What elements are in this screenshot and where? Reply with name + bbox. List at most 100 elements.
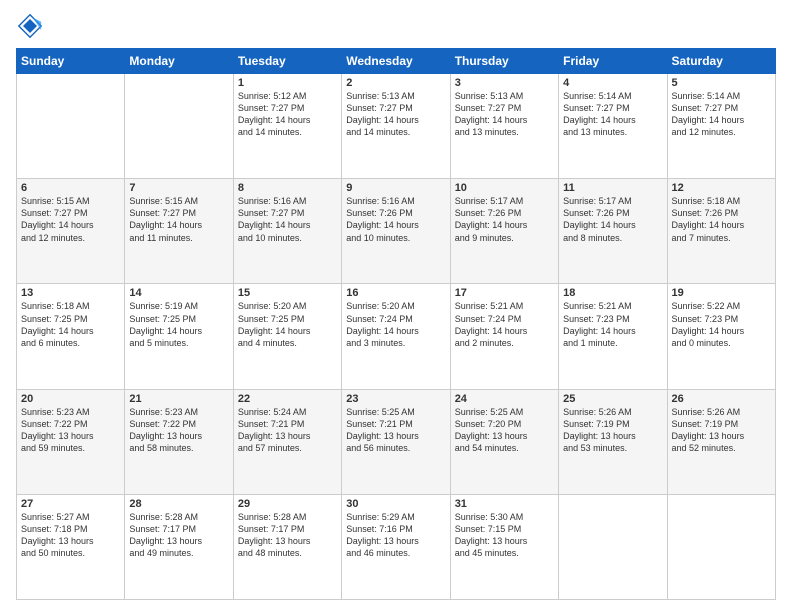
col-header-saturday: Saturday (667, 49, 775, 74)
day-number: 16 (346, 287, 445, 299)
day-cell: 27Sunrise: 5:27 AM Sunset: 7:18 PM Dayli… (17, 494, 125, 599)
col-header-wednesday: Wednesday (342, 49, 450, 74)
day-number: 13 (21, 287, 120, 299)
col-header-friday: Friday (559, 49, 667, 74)
day-cell: 18Sunrise: 5:21 AM Sunset: 7:23 PM Dayli… (559, 284, 667, 389)
day-number: 17 (455, 287, 554, 299)
day-cell: 15Sunrise: 5:20 AM Sunset: 7:25 PM Dayli… (233, 284, 341, 389)
day-cell: 10Sunrise: 5:17 AM Sunset: 7:26 PM Dayli… (450, 179, 558, 284)
day-info: Sunrise: 5:21 AM Sunset: 7:23 PM Dayligh… (563, 300, 662, 349)
day-cell: 22Sunrise: 5:24 AM Sunset: 7:21 PM Dayli… (233, 389, 341, 494)
logo-icon (16, 12, 44, 40)
day-number: 5 (672, 77, 771, 89)
day-info: Sunrise: 5:22 AM Sunset: 7:23 PM Dayligh… (672, 300, 771, 349)
day-number: 11 (563, 182, 662, 194)
day-number: 29 (238, 498, 337, 510)
day-cell: 16Sunrise: 5:20 AM Sunset: 7:24 PM Dayli… (342, 284, 450, 389)
day-number: 20 (21, 393, 120, 405)
day-info: Sunrise: 5:14 AM Sunset: 7:27 PM Dayligh… (672, 90, 771, 139)
day-info: Sunrise: 5:30 AM Sunset: 7:15 PM Dayligh… (455, 511, 554, 560)
day-number: 31 (455, 498, 554, 510)
week-row-1: 1Sunrise: 5:12 AM Sunset: 7:27 PM Daylig… (17, 74, 776, 179)
day-cell (667, 494, 775, 599)
day-number: 15 (238, 287, 337, 299)
day-cell: 20Sunrise: 5:23 AM Sunset: 7:22 PM Dayli… (17, 389, 125, 494)
day-number: 24 (455, 393, 554, 405)
day-info: Sunrise: 5:15 AM Sunset: 7:27 PM Dayligh… (21, 195, 120, 244)
day-cell: 24Sunrise: 5:25 AM Sunset: 7:20 PM Dayli… (450, 389, 558, 494)
day-info: Sunrise: 5:14 AM Sunset: 7:27 PM Dayligh… (563, 90, 662, 139)
day-info: Sunrise: 5:15 AM Sunset: 7:27 PM Dayligh… (129, 195, 228, 244)
day-info: Sunrise: 5:26 AM Sunset: 7:19 PM Dayligh… (563, 406, 662, 455)
day-info: Sunrise: 5:28 AM Sunset: 7:17 PM Dayligh… (129, 511, 228, 560)
day-cell: 17Sunrise: 5:21 AM Sunset: 7:24 PM Dayli… (450, 284, 558, 389)
day-info: Sunrise: 5:19 AM Sunset: 7:25 PM Dayligh… (129, 300, 228, 349)
day-cell: 19Sunrise: 5:22 AM Sunset: 7:23 PM Dayli… (667, 284, 775, 389)
day-info: Sunrise: 5:21 AM Sunset: 7:24 PM Dayligh… (455, 300, 554, 349)
day-info: Sunrise: 5:12 AM Sunset: 7:27 PM Dayligh… (238, 90, 337, 139)
day-info: Sunrise: 5:26 AM Sunset: 7:19 PM Dayligh… (672, 406, 771, 455)
day-cell: 14Sunrise: 5:19 AM Sunset: 7:25 PM Dayli… (125, 284, 233, 389)
day-cell: 11Sunrise: 5:17 AM Sunset: 7:26 PM Dayli… (559, 179, 667, 284)
day-number: 4 (563, 77, 662, 89)
day-info: Sunrise: 5:20 AM Sunset: 7:25 PM Dayligh… (238, 300, 337, 349)
col-header-monday: Monday (125, 49, 233, 74)
day-cell (17, 74, 125, 179)
day-cell: 30Sunrise: 5:29 AM Sunset: 7:16 PM Dayli… (342, 494, 450, 599)
day-info: Sunrise: 5:25 AM Sunset: 7:21 PM Dayligh… (346, 406, 445, 455)
day-cell (559, 494, 667, 599)
day-info: Sunrise: 5:18 AM Sunset: 7:26 PM Dayligh… (672, 195, 771, 244)
day-number: 26 (672, 393, 771, 405)
day-number: 18 (563, 287, 662, 299)
day-cell: 26Sunrise: 5:26 AM Sunset: 7:19 PM Dayli… (667, 389, 775, 494)
week-row-5: 27Sunrise: 5:27 AM Sunset: 7:18 PM Dayli… (17, 494, 776, 599)
day-cell: 5Sunrise: 5:14 AM Sunset: 7:27 PM Daylig… (667, 74, 775, 179)
week-row-4: 20Sunrise: 5:23 AM Sunset: 7:22 PM Dayli… (17, 389, 776, 494)
day-cell: 2Sunrise: 5:13 AM Sunset: 7:27 PM Daylig… (342, 74, 450, 179)
day-cell: 12Sunrise: 5:18 AM Sunset: 7:26 PM Dayli… (667, 179, 775, 284)
day-info: Sunrise: 5:23 AM Sunset: 7:22 PM Dayligh… (21, 406, 120, 455)
day-number: 23 (346, 393, 445, 405)
day-cell: 28Sunrise: 5:28 AM Sunset: 7:17 PM Dayli… (125, 494, 233, 599)
week-row-2: 6Sunrise: 5:15 AM Sunset: 7:27 PM Daylig… (17, 179, 776, 284)
day-cell: 3Sunrise: 5:13 AM Sunset: 7:27 PM Daylig… (450, 74, 558, 179)
day-info: Sunrise: 5:24 AM Sunset: 7:21 PM Dayligh… (238, 406, 337, 455)
day-number: 30 (346, 498, 445, 510)
day-number: 7 (129, 182, 228, 194)
day-number: 8 (238, 182, 337, 194)
logo (16, 12, 48, 40)
calendar-table: SundayMondayTuesdayWednesdayThursdayFrid… (16, 48, 776, 600)
week-row-3: 13Sunrise: 5:18 AM Sunset: 7:25 PM Dayli… (17, 284, 776, 389)
day-info: Sunrise: 5:27 AM Sunset: 7:18 PM Dayligh… (21, 511, 120, 560)
day-number: 21 (129, 393, 228, 405)
day-number: 25 (563, 393, 662, 405)
day-cell: 9Sunrise: 5:16 AM Sunset: 7:26 PM Daylig… (342, 179, 450, 284)
day-number: 9 (346, 182, 445, 194)
day-number: 6 (21, 182, 120, 194)
day-info: Sunrise: 5:16 AM Sunset: 7:26 PM Dayligh… (346, 195, 445, 244)
day-info: Sunrise: 5:20 AM Sunset: 7:24 PM Dayligh… (346, 300, 445, 349)
day-cell: 25Sunrise: 5:26 AM Sunset: 7:19 PM Dayli… (559, 389, 667, 494)
day-info: Sunrise: 5:17 AM Sunset: 7:26 PM Dayligh… (563, 195, 662, 244)
col-header-thursday: Thursday (450, 49, 558, 74)
day-cell: 6Sunrise: 5:15 AM Sunset: 7:27 PM Daylig… (17, 179, 125, 284)
page: SundayMondayTuesdayWednesdayThursdayFrid… (0, 0, 792, 612)
day-cell: 21Sunrise: 5:23 AM Sunset: 7:22 PM Dayli… (125, 389, 233, 494)
day-cell: 31Sunrise: 5:30 AM Sunset: 7:15 PM Dayli… (450, 494, 558, 599)
day-cell: 4Sunrise: 5:14 AM Sunset: 7:27 PM Daylig… (559, 74, 667, 179)
day-number: 28 (129, 498, 228, 510)
day-info: Sunrise: 5:18 AM Sunset: 7:25 PM Dayligh… (21, 300, 120, 349)
day-number: 12 (672, 182, 771, 194)
day-info: Sunrise: 5:16 AM Sunset: 7:27 PM Dayligh… (238, 195, 337, 244)
header (16, 12, 776, 40)
day-cell: 8Sunrise: 5:16 AM Sunset: 7:27 PM Daylig… (233, 179, 341, 284)
day-cell: 13Sunrise: 5:18 AM Sunset: 7:25 PM Dayli… (17, 284, 125, 389)
day-cell: 7Sunrise: 5:15 AM Sunset: 7:27 PM Daylig… (125, 179, 233, 284)
day-info: Sunrise: 5:13 AM Sunset: 7:27 PM Dayligh… (455, 90, 554, 139)
day-info: Sunrise: 5:17 AM Sunset: 7:26 PM Dayligh… (455, 195, 554, 244)
day-number: 10 (455, 182, 554, 194)
col-header-sunday: Sunday (17, 49, 125, 74)
day-number: 1 (238, 77, 337, 89)
day-cell: 29Sunrise: 5:28 AM Sunset: 7:17 PM Dayli… (233, 494, 341, 599)
day-cell (125, 74, 233, 179)
